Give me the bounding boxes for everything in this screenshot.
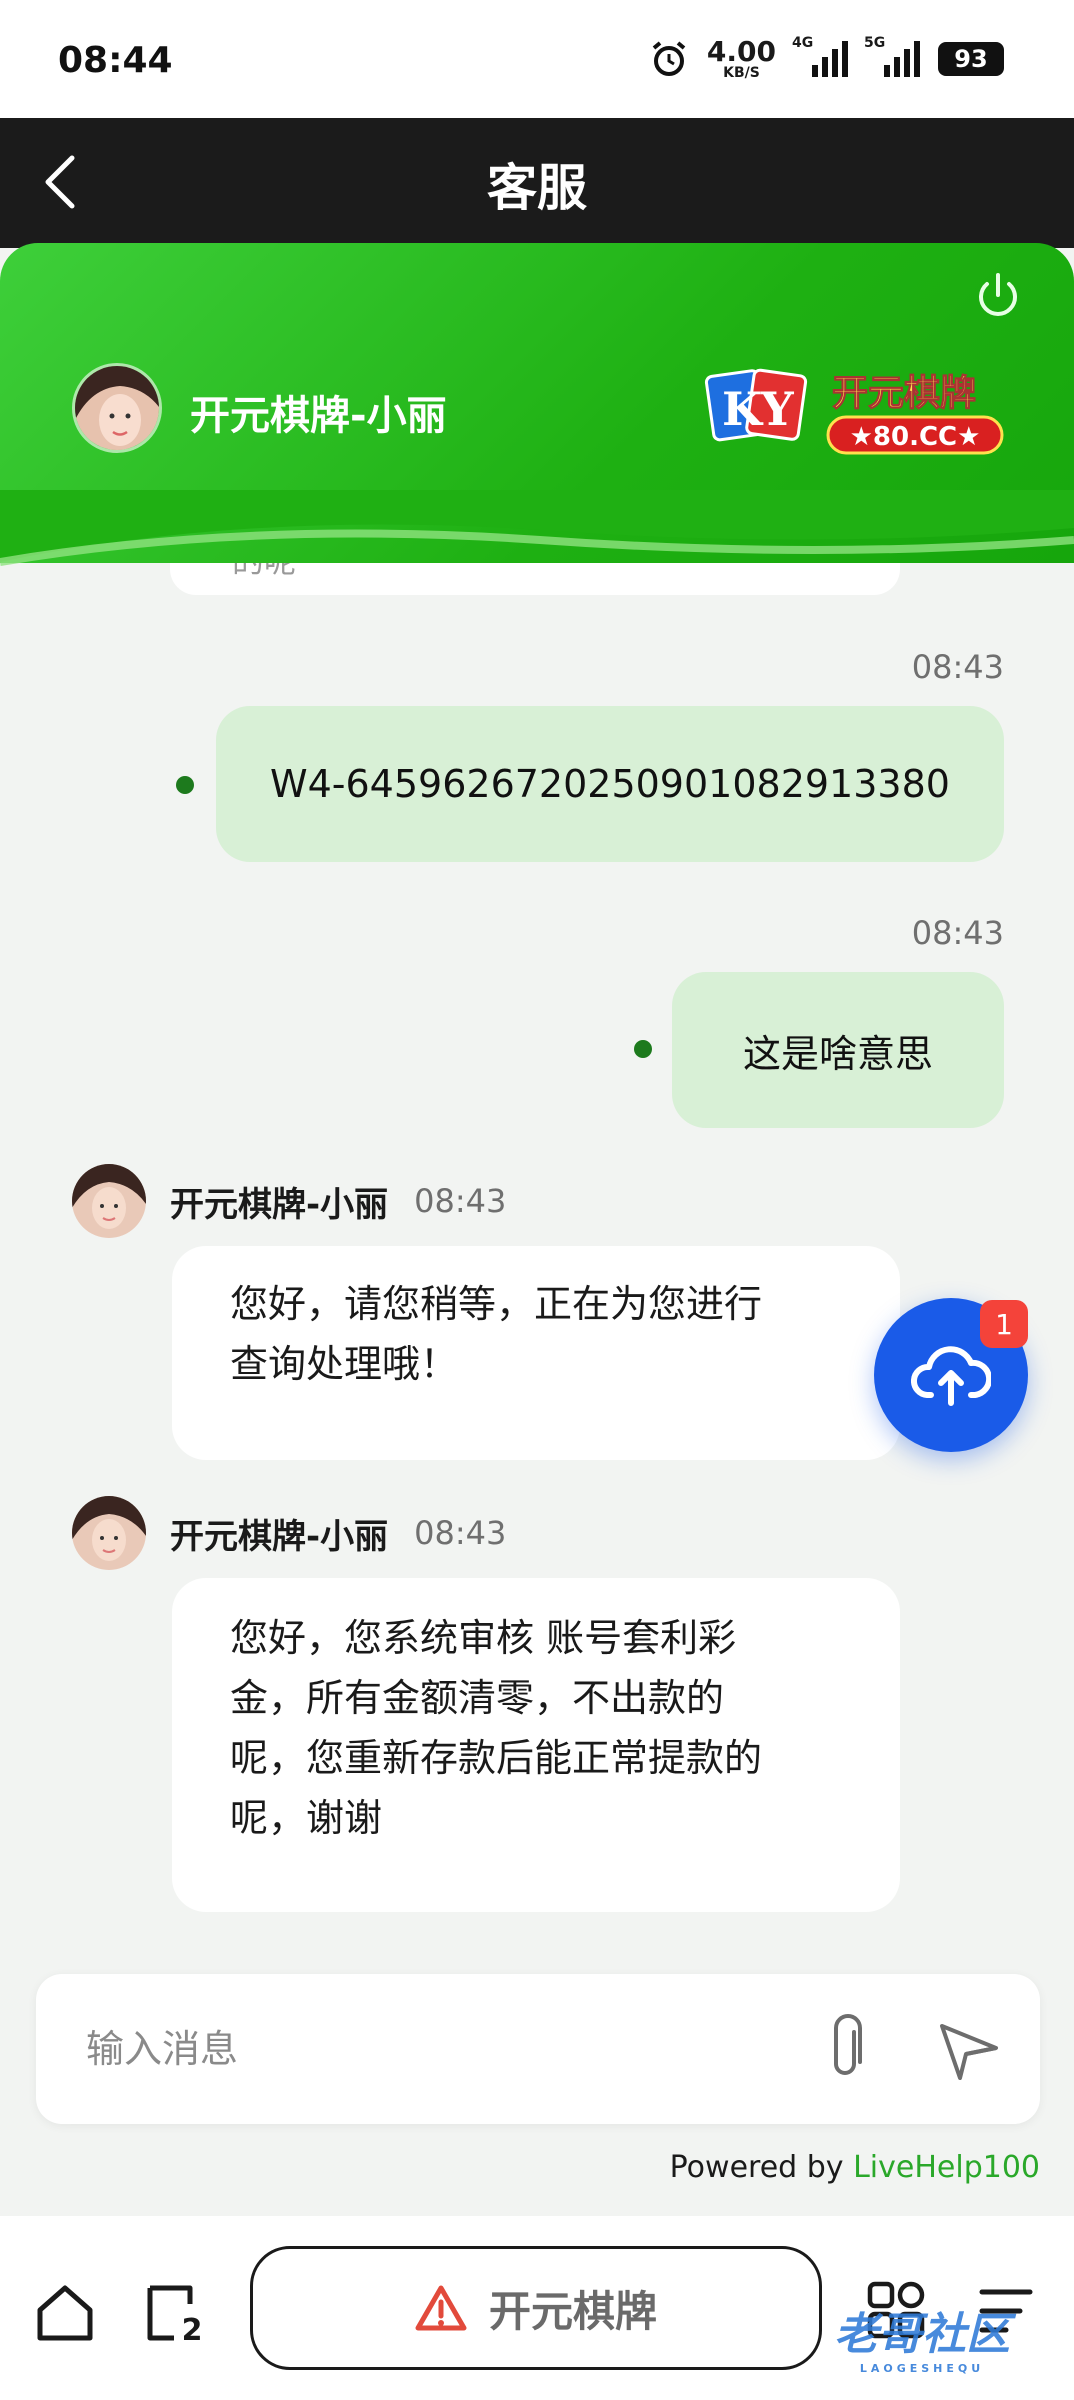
signal-4g-icon: 4G: [792, 35, 848, 77]
powered-by-prefix: Powered by: [669, 2150, 854, 2185]
speed-unit: KB/S: [723, 65, 760, 81]
incoming-message-line: 查询处理哦！: [230, 1342, 459, 1386]
message-time: 08:43: [911, 914, 1004, 952]
agent-avatar: [72, 1164, 146, 1238]
logo-letters: KY: [722, 382, 795, 436]
sent-status-dot: [176, 776, 194, 794]
status-icons: 4.00 KB/S 4G 5G 93: [649, 35, 1004, 81]
outgoing-message-bubble[interactable]: 这是啥意思: [672, 972, 1004, 1128]
outgoing-message-text: 这是啥意思: [742, 1031, 933, 1076]
outgoing-message-bubble[interactable]: W4-64596267202509010829133​80: [216, 706, 1004, 862]
message-composer: [36, 1974, 1040, 2124]
powered-by: Powered by LiveHelp100: [670, 2150, 1040, 2185]
warning-icon: [415, 2285, 467, 2331]
speed-value: 4.00: [706, 35, 776, 68]
tab-count: 2: [182, 2313, 203, 2344]
sent-status-dot: [634, 1040, 652, 1058]
tabs-icon[interactable]: 2: [144, 2282, 206, 2344]
send-icon[interactable]: [936, 2018, 1002, 2084]
network-5g-label: 5G: [864, 35, 886, 51]
logo-name: 开元棋牌: [832, 373, 976, 414]
brand-logo: KY 开元棋牌 ★80.CC★: [704, 361, 1004, 461]
battery-indicator: 93: [938, 42, 1004, 76]
power-icon[interactable]: [972, 271, 1024, 323]
bottom-navigation: 2 开元棋牌 老哥社区 LAOGESHEQU: [0, 2216, 1074, 2400]
message-time: 08:43: [414, 1514, 507, 1552]
incoming-message-line: 呢，您重新存款后能正常提款的: [230, 1736, 763, 1780]
outgoing-message-text: W4-64596267202509010829133​80: [270, 762, 950, 806]
agent-name: 开元棋牌-小丽: [170, 1184, 389, 1225]
agent-name: 开元棋牌-小丽: [170, 1516, 389, 1557]
watermark-text: 老哥社区: [834, 2309, 1010, 2360]
title-bar: 客服: [0, 118, 1074, 248]
signal-5g-icon: 5G: [864, 35, 920, 77]
header-wave: [0, 490, 1074, 566]
network-4g-label: 4G: [792, 35, 814, 51]
agent-avatar: [72, 363, 162, 453]
page-title: 客服: [487, 159, 587, 217]
alarm-icon: [652, 41, 686, 76]
logo-domain: ★80.CC★: [850, 422, 981, 452]
message-time: 08:43: [911, 648, 1004, 686]
attachment-icon[interactable]: [816, 2014, 876, 2084]
agent-avatar: [72, 1496, 146, 1570]
incoming-message-bubble[interactable]: 您好，您系统审核 账号套利彩 金，所有金额清零，不出款的 呢，您重新存款后能正常…: [172, 1578, 900, 1912]
message-list[interactable]: 的呢 08:43 W4-64596267202509010829133​80 0…: [0, 480, 1074, 1960]
address-label: 开元棋牌: [488, 2286, 657, 2336]
message-input[interactable]: [86, 2014, 786, 2084]
message-time: 08:43: [414, 1182, 507, 1220]
livehelp-link[interactable]: LiveHelp100: [853, 2150, 1040, 2185]
incoming-message-line: 您好，请您稍等，正在为您进行: [230, 1282, 763, 1326]
incoming-message-line: 金，所有金额清零，不出款的: [230, 1676, 725, 1720]
home-icon[interactable]: [34, 2282, 96, 2344]
incoming-message-header: 开元棋牌-小丽 08:43: [72, 1164, 506, 1238]
network-speed: 4.00 KB/S: [706, 35, 776, 81]
cloud-upload-icon: [911, 1346, 991, 1406]
incoming-message-header: 开元棋牌-小丽 08:43: [72, 1496, 506, 1570]
incoming-message-line: 您好，您系统审核 账号套利彩: [230, 1616, 737, 1660]
status-time: 08:44: [58, 40, 173, 81]
incoming-message-bubble[interactable]: 您好，请您稍等，正在为您进行 查询处理哦！: [172, 1246, 900, 1460]
agent-name: 开元棋牌-小丽: [190, 393, 447, 439]
watermark-subtext: LAOGESHEQU: [859, 2362, 985, 2375]
upload-badge: 1: [980, 1300, 1028, 1348]
status-bar: 08:44 4.00 KB/S 4G 5G 93: [0, 0, 1074, 118]
address-pill[interactable]: 开元棋牌: [250, 2246, 822, 2370]
watermark: 老哥社区 LAOGESHEQU: [834, 2298, 1010, 2375]
incoming-message-line: 呢，谢谢: [230, 1796, 383, 1840]
